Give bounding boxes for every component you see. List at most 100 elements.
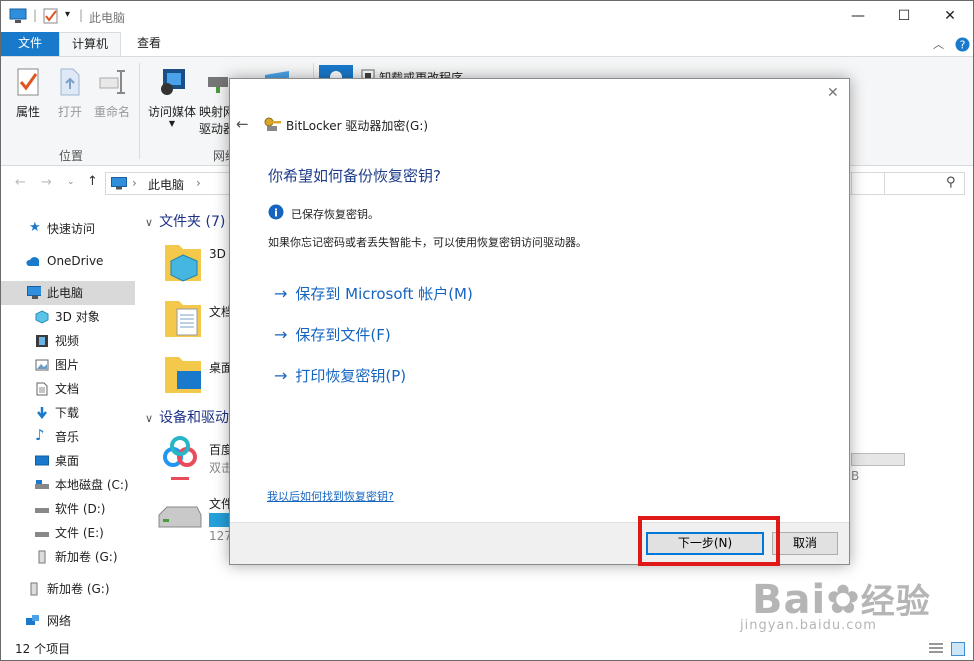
arrow-right-icon: → xyxy=(274,284,288,303)
properties-label: 属性 xyxy=(15,105,40,119)
open-button[interactable]: 打开 xyxy=(53,67,87,120)
usb-drive-icon xyxy=(38,550,46,564)
nav-item-new-volume-g-root[interactable]: 新加卷 (G:) xyxy=(1,577,135,601)
network-drive-icon xyxy=(208,77,228,93)
drive-icon xyxy=(35,532,49,537)
nav-item-quick-access[interactable]: ★ 快速访问 xyxy=(1,217,135,241)
nav-label: 视频 xyxy=(55,334,80,348)
folder-label: 3D xyxy=(209,247,226,261)
nav-item-videos[interactable]: 视频 xyxy=(1,329,135,353)
chevron-up-icon[interactable]: ︿ xyxy=(933,36,944,52)
nav-label: 下载 xyxy=(55,406,80,420)
maximize-button[interactable]: ☐ xyxy=(881,1,927,32)
ribbon-separator xyxy=(139,63,140,159)
rename-label: 重命名 xyxy=(93,105,130,119)
tab-computer[interactable]: 计算机 xyxy=(59,32,121,56)
breadcrumb-separator-icon[interactable]: › xyxy=(132,176,137,190)
search-input[interactable]: ⚲ xyxy=(851,172,965,195)
3d-folder-icon xyxy=(165,245,201,282)
dialog-title: BitLocker 驱动器加密(G:) xyxy=(286,119,429,133)
folders-header-label: 文件夹 (7) xyxy=(159,214,226,230)
back-arrow-icon[interactable]: ← xyxy=(15,175,26,190)
nav-label: 新加卷 (G:) xyxy=(55,550,118,564)
separator-icon: | xyxy=(33,8,38,22)
nav-item-new-volume-g[interactable]: 新加卷 (G:) xyxy=(1,545,135,569)
nav-label: 文件 (E:) xyxy=(55,526,104,540)
arrow-right-icon: → xyxy=(274,325,288,344)
download-arrow-icon xyxy=(37,407,47,420)
print-recovery-key-link[interactable]: → 打印恢复密钥(P) xyxy=(274,365,406,386)
nav-item-pictures[interactable]: 图片 xyxy=(1,353,135,377)
film-icon xyxy=(36,335,48,347)
desktop-folder-icon xyxy=(165,357,201,393)
option-label: 打印恢复密钥(P) xyxy=(295,367,407,385)
network-icon xyxy=(26,615,39,625)
nav-label: 文档 xyxy=(55,382,80,396)
nav-label: 图片 xyxy=(55,358,80,372)
desktop-icon xyxy=(35,455,49,466)
properties-check-icon[interactable] xyxy=(43,8,59,24)
breadcrumb-this-pc[interactable]: 此电脑 xyxy=(148,176,184,193)
dialog-close-button[interactable]: ✕ xyxy=(827,85,839,101)
tab-view[interactable]: 查看 xyxy=(125,32,173,56)
paw-icon: ✿ xyxy=(826,577,861,623)
nav-item-desktop[interactable]: 桌面 xyxy=(1,449,135,473)
baidu-netdisk-icon xyxy=(163,436,197,480)
dialog-back-button[interactable]: ← xyxy=(236,115,249,133)
nav-label: 本地磁盘 (C:) xyxy=(55,478,129,492)
music-note-icon: ♪ xyxy=(35,426,45,444)
tab-file[interactable]: 文件 xyxy=(1,32,59,56)
help-find-key-link[interactable]: 我以后如何找到恢复密钥? xyxy=(267,488,394,504)
status-item-count: 12 个项目 xyxy=(15,642,71,656)
bitlocker-dialog: ✕ ← BitLocker 驱动器加密(G:) 你希望如何备份恢复密钥? i 已… xyxy=(229,78,850,565)
nav-item-soft-d[interactable]: 软件 (D:) xyxy=(1,497,135,521)
dialog-description: 如果你忘记密码或者丢失智能卡，可以使用恢复密钥访问驱动器。 xyxy=(268,236,587,249)
breadcrumb-separator-icon[interactable]: › xyxy=(196,176,201,190)
nav-item-file-e[interactable]: 文件 (E:) xyxy=(1,521,135,545)
details-view-icon[interactable] xyxy=(929,643,943,655)
nav-label: 音乐 xyxy=(55,430,80,444)
title-bar: | ▾ | 此电脑 — ☐ ✕ xyxy=(1,1,973,32)
cancel-button[interactable]: 取消 xyxy=(772,532,838,555)
separator-icon: | xyxy=(79,8,84,22)
properties-button[interactable]: 属性 xyxy=(11,67,45,120)
hard-drive-icon xyxy=(158,506,202,528)
large-icons-view-icon[interactable] xyxy=(951,642,965,656)
cube-icon xyxy=(35,310,49,324)
nav-item-downloads[interactable]: 下载 xyxy=(1,401,135,425)
search-icon[interactable]: ⚲ xyxy=(946,175,956,190)
nav-label: 新加卷 (G:) xyxy=(47,582,110,596)
nav-item-music[interactable]: ♪ 音乐 xyxy=(1,425,135,449)
save-to-microsoft-account-link[interactable]: → 保存到 Microsoft 帐户(M) xyxy=(274,283,473,304)
computer-icon xyxy=(111,177,127,190)
watermark-brand-text-2: 经验 xyxy=(860,582,931,622)
option-label: 保存到文件(F) xyxy=(295,326,391,344)
folders-group-header[interactable]: ∨ 文件夹 (7) xyxy=(145,211,225,231)
watermark-url: jingyan.baidu.com xyxy=(740,618,877,633)
nav-item-3d-objects[interactable]: 3D 对象 xyxy=(1,305,135,329)
nav-label: 软件 (D:) xyxy=(55,502,106,516)
save-to-file-link[interactable]: → 保存到文件(F) xyxy=(274,324,391,345)
recent-dropdown-icon[interactable]: ⌄ xyxy=(67,177,75,187)
help-icon[interactable]: ? xyxy=(955,37,970,52)
access-media-button[interactable]: 访问媒体 ▼ xyxy=(145,67,199,128)
properties-icon xyxy=(17,68,39,96)
svg-text:?: ? xyxy=(960,39,966,52)
nav-item-this-pc[interactable]: 此电脑 xyxy=(1,281,135,305)
rename-button[interactable]: 重命名 xyxy=(91,67,133,120)
documents-folder-icon xyxy=(165,301,201,337)
close-button[interactable]: ✕ xyxy=(927,1,973,32)
usb-drive-icon xyxy=(30,582,38,596)
open-icon xyxy=(60,68,80,96)
dialog-heading: 你希望如何备份恢复密钥? xyxy=(268,167,441,185)
nav-item-local-disk-c[interactable]: 本地磁盘 (C:) xyxy=(1,473,135,497)
devices-group-header[interactable]: ∨ 设备和驱动 xyxy=(145,407,229,427)
up-arrow-icon[interactable]: ↑ xyxy=(87,174,98,189)
minimize-button[interactable]: — xyxy=(835,1,881,32)
drive-icon xyxy=(35,508,49,513)
forward-arrow-icon[interactable]: → xyxy=(41,175,52,190)
nav-item-documents[interactable]: 文档 xyxy=(1,377,135,401)
quick-access-dropdown-icon[interactable]: ▾ xyxy=(65,9,70,20)
nav-item-onedrive[interactable]: OneDrive xyxy=(1,249,135,273)
nav-item-network[interactable]: 网络 xyxy=(1,609,135,633)
